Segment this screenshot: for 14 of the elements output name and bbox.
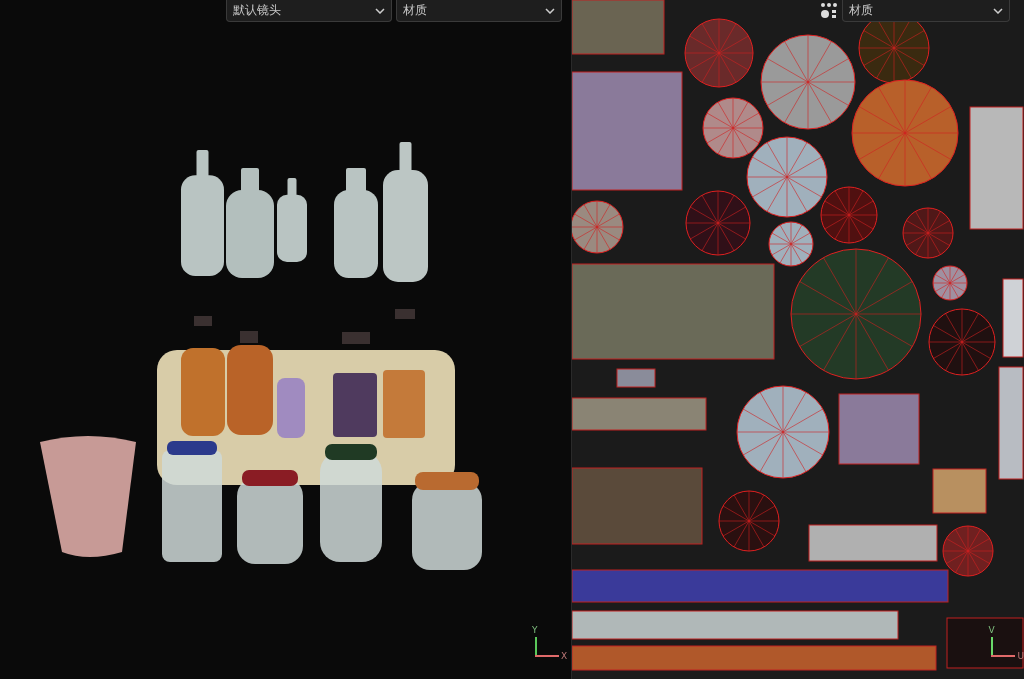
camera-dropdown[interactable]: 默认镜头	[226, 0, 392, 22]
axis-gizmo-icon	[533, 637, 559, 659]
chevron-down-icon	[545, 7, 555, 14]
chevron-down-icon	[993, 7, 1004, 14]
axis-label: X	[561, 652, 568, 661]
shading-dropdown[interactable]: 材质	[842, 0, 1011, 22]
chevron-down-icon	[375, 7, 385, 14]
axis-gizmo-icon	[989, 637, 1016, 659]
axis-label: Y	[532, 626, 538, 635]
grid-dots-icon	[820, 2, 839, 20]
axis-label: V	[988, 626, 995, 635]
uv-editor[interactable]: 材质 V U	[571, 0, 1024, 679]
axis-label: U	[1017, 652, 1024, 661]
shading-dropdown[interactable]: 材质	[396, 0, 562, 22]
